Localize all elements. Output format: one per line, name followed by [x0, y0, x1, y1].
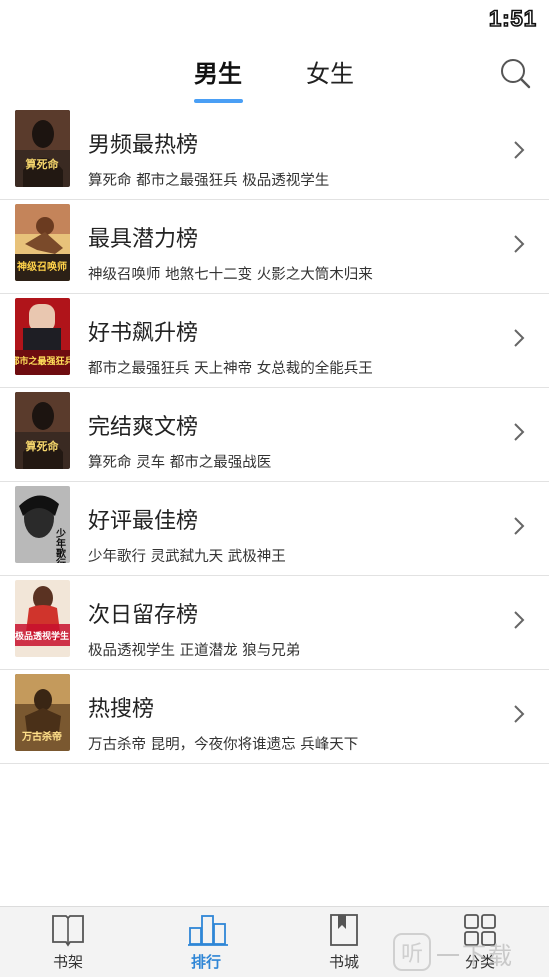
cover-title: 都市之最强狂兵 — [15, 355, 70, 367]
ranking-icon — [188, 915, 228, 946]
search-icon — [501, 59, 531, 89]
nav-bookstore[interactable]: 书城 — [304, 907, 384, 977]
ranking-books: 万古杀帝 昆明，今夜你将谁遗忘 兵峰天下 — [88, 737, 359, 753]
ranking-books: 少年歌行 灵武弑九天 武极神王 — [88, 549, 286, 565]
ranking-row-finished[interactable]: 算死命 完结爽文榜 算死命 灵车 都市之最强战医 — [0, 388, 549, 482]
header: 男生 女生 — [0, 40, 549, 106]
cover-title: 算死命 — [25, 439, 60, 453]
bookmark-icon — [330, 914, 358, 946]
book-cover: 神级召唤师 — [15, 204, 70, 281]
nav-label: 排行 — [190, 953, 221, 971]
svg-text:听: 听 — [401, 942, 423, 967]
chevron-right-icon — [514, 517, 525, 535]
book-cover: 极品透视学生 — [15, 580, 70, 657]
ranking-books: 算死命 都市之最强狂兵 极品透视学生 — [88, 173, 330, 189]
chevron-right-icon — [514, 705, 525, 723]
watermark-text: 一下载 — [436, 942, 514, 970]
ranking-title: 热搜榜 — [88, 697, 155, 722]
ranking-row-potential[interactable]: 神级召唤师 最具潜力榜 神级召唤师 地煞七十二变 火影之大筒木归来 — [0, 200, 549, 294]
ranking-title: 好书飙升榜 — [88, 321, 199, 346]
chevron-right-icon — [514, 235, 525, 253]
ranking-title: 完结爽文榜 — [88, 415, 199, 440]
tab-male[interactable]: 男生 — [194, 54, 242, 89]
ranking-books: 都市之最强狂兵 天上神帝 女总裁的全能兵王 — [88, 361, 373, 377]
ranking-row-hot-search[interactable]: 万古杀帝 热搜榜 万古杀帝 昆明，今夜你将谁遗忘 兵峰天下 — [0, 670, 549, 764]
ranking-books: 极品透视学生 正道潜龙 狼与兄弟 — [88, 643, 301, 659]
watermark: 听 一下载 — [390, 932, 545, 972]
clock: 1:51 — [488, 5, 537, 32]
tab-female[interactable]: 女生 — [306, 54, 354, 89]
active-tab-indicator — [194, 99, 243, 103]
book-cover: 万古杀帝 — [15, 674, 70, 751]
ranking-books: 神级召唤师 地煞七十二变 火影之大筒木归来 — [88, 267, 373, 283]
nav-bookshelf[interactable]: 书架 — [28, 907, 108, 977]
ranking-title: 次日留存榜 — [88, 603, 199, 628]
cover-title: 极品透视学生 — [15, 630, 69, 642]
ranking-row-retention[interactable]: 极品透视学生 次日留存榜 极品透视学生 正道潜龙 狼与兄弟 — [0, 576, 549, 670]
nav-label: 书架 — [52, 953, 83, 971]
search-button[interactable] — [498, 56, 532, 90]
book-cover: 算死命 — [15, 392, 70, 469]
book-cover: 都市之最强狂兵 — [15, 298, 70, 375]
book-icon — [52, 915, 84, 947]
ranking-row-rising[interactable]: 都市之最强狂兵 好书飙升榜 都市之最强狂兵 天上神帝 女总裁的全能兵王 — [0, 294, 549, 388]
chevron-right-icon — [514, 423, 525, 441]
status-bar: 1:51 — [0, 0, 549, 40]
cover-title: 万古杀帝 — [21, 730, 62, 743]
ranking-row-top-rated[interactable]: 少年歌行 好评最佳榜 少年歌行 灵武弑九天 武极神王 — [0, 482, 549, 576]
ranking-title: 男频最热榜 — [88, 133, 199, 158]
nav-ranking[interactable]: 排行 — [166, 907, 246, 977]
chevron-right-icon — [514, 329, 525, 347]
cover-title: 算死命 — [25, 157, 60, 171]
cover-title: 神级召唤师 — [17, 260, 67, 273]
ranking-list: 算死命 男频最热榜 算死命 都市之最强狂兵 极品透视学生 神级召唤师 最具潜力榜… — [0, 106, 549, 764]
ranking-title: 好评最佳榜 — [88, 509, 199, 534]
ranking-books: 算死命 灵车 都市之最强战医 — [88, 455, 272, 471]
book-cover: 少年歌行 — [15, 486, 70, 563]
watermark-logo-icon: 听 — [393, 933, 431, 971]
nav-label: 书城 — [328, 953, 359, 971]
chevron-right-icon — [514, 611, 525, 629]
chevron-right-icon — [514, 141, 525, 159]
book-cover: 算死命 — [15, 110, 70, 187]
ranking-row-male-hot[interactable]: 算死命 男频最热榜 算死命 都市之最强狂兵 极品透视学生 — [0, 106, 549, 200]
ranking-title: 最具潜力榜 — [88, 227, 199, 252]
